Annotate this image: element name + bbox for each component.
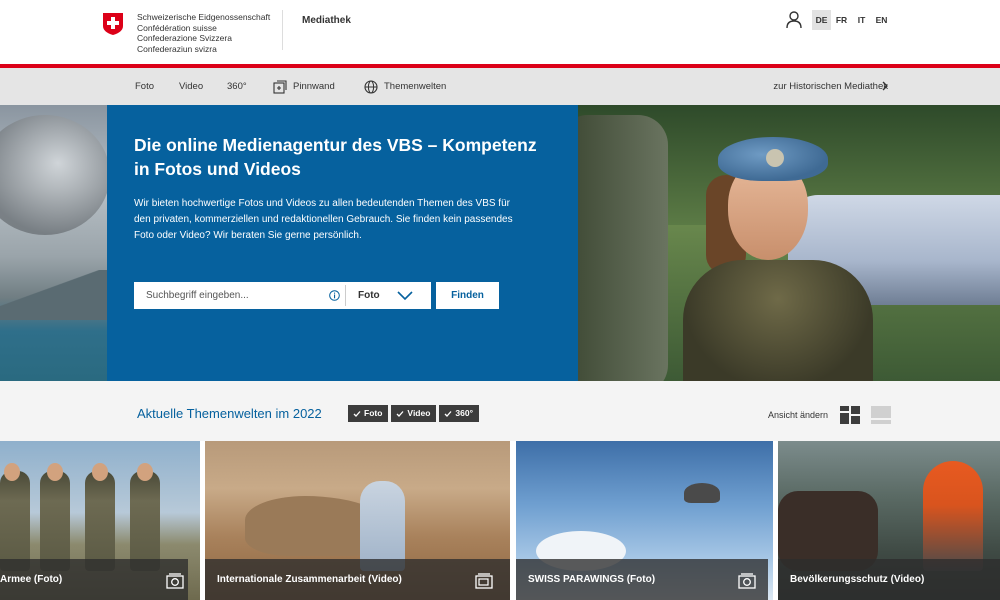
filter-foto[interactable]: Foto [348,405,389,422]
search-input[interactable] [134,282,344,309]
card-image-soldier-head [4,463,20,481]
language-switcher: DE FR IT EN [812,10,892,30]
chevron-right-icon [882,81,888,91]
find-button[interactable]: Finden [436,282,499,309]
lang-fr[interactable]: FR [832,10,851,30]
hero-description: Wir bieten hochwertige Fotos und Videos … [134,198,513,241]
nav-pinnwand[interactable]: Pinnwand [273,68,335,105]
check-icon [396,410,404,417]
card-label: SWISS PARAWINGS (Foto) [516,559,768,600]
filter-360[interactable]: 360° [439,405,480,422]
historic-mediathek-link[interactable]: zur Historischen Mediathek [773,68,888,105]
themenwelten-bar: Aktuelle Themenwelten im 2022 Foto Video… [0,381,1000,441]
org-line: Confederazione Svizzera [137,33,232,43]
swiss-flag-logo[interactable] [102,12,124,36]
card-image-soldier-head [47,463,63,481]
hero-title: Die online Medienagentur des VBS – Kompe… [134,135,537,179]
nav-360[interactable]: 360° [227,68,247,105]
org-line: Confédération suisse [137,22,217,33]
card-image-soldier [85,471,115,571]
main-nav: Foto Video 360° Pinnwand Themenwelten zu… [0,68,1000,105]
filter-video[interactable]: Video [391,405,437,422]
filter-label: 360° [455,408,474,418]
list-view-icon[interactable] [871,406,891,424]
nav-themenwelten[interactable]: Themenwelten [364,68,446,105]
hero-photo-soldier [578,115,668,381]
section-title[interactable]: Mediathek [302,15,351,26]
pinboard-icon [273,79,287,94]
camera-icon [738,573,756,589]
check-icon [444,410,452,417]
globe-icon [364,79,378,94]
hero-landscape-cloud [0,115,110,235]
lang-it[interactable]: IT [852,10,871,30]
org-line: Confederaziun svizra [137,43,217,54]
theme-card-swiss-parawings[interactable]: SWISS PARAWINGS (Foto) [516,441,773,600]
view-toggle-label: Ansicht ändern [768,410,829,420]
card-label: Internationale Zusammenarbeit (Video) [205,559,510,600]
hero-photo-uniform [683,260,873,381]
grid-view-icon[interactable] [840,406,860,424]
select-value: Foto [358,290,380,301]
video-icon [475,573,493,589]
theme-card-internationale-zusammenarbeit[interactable]: Internationale Zusammenarbeit (Video) [205,441,510,600]
hero-photo-beret-badge [766,149,784,167]
nav-label: Pinnwand [293,81,335,92]
info-icon[interactable] [329,290,340,301]
themenwelten-title: Aktuelle Themenwelten im 2022 [137,406,322,421]
card-image-worker [923,461,983,571]
media-type-select[interactable]: Foto [346,282,431,309]
hero-landscape-image [0,105,110,381]
card-label: Armee (Foto) [0,559,188,600]
card-image-soldier [130,471,160,571]
chevron-down-icon [397,291,413,301]
user-icon[interactable] [786,11,802,29]
nav-label: Foto [135,81,155,92]
theme-card-armee[interactable]: Armee (Foto) [0,441,200,600]
nav-label: Video [179,81,204,92]
filter-chips: Foto Video 360° [348,405,480,422]
nav-label: Themenwelten [384,81,447,92]
lang-en[interactable]: EN [872,10,891,30]
hero-soldier-image [578,105,1000,381]
nav-video[interactable]: Video [179,68,203,105]
camera-icon [166,573,184,589]
nav-label: 360° [227,81,247,92]
card-image-soldier-head [92,463,108,481]
filter-label: Foto [364,408,383,418]
card-image-soldier [40,471,70,571]
theme-card-bevoelkerungsschutz[interactable]: Bevölkerungsschutz (Video) [778,441,1000,600]
nav-foto[interactable]: Foto [135,68,154,105]
org-line: Schweizerische Eidgenossenschaft [137,12,271,22]
filter-label: Video [407,408,431,418]
lang-de[interactable]: DE [812,10,831,30]
hero-landscape-mountain [0,270,107,320]
hero-panel: Die online Medienagentur des VBS – Kompe… [107,105,578,381]
card-image-parachute [684,483,720,503]
search-box: Foto [134,282,431,309]
hero-section: Die online Medienagentur des VBS – Kompe… [0,105,1000,381]
header-divider [282,10,283,50]
organization-name: Schweizerische Eidgenossenschaft Confédé… [137,12,270,54]
card-image-soldier-head [137,463,153,481]
check-icon [353,410,361,417]
card-image-worker [360,481,405,571]
card-image-soldier [0,471,30,571]
card-label: Bevölkerungsschutz (Video) [778,559,1000,600]
themen-cards: Armee (Foto) Internationale Zusammenarbe… [0,441,1000,600]
site-header: Schweizerische Eidgenossenschaft Confédé… [0,0,1000,64]
